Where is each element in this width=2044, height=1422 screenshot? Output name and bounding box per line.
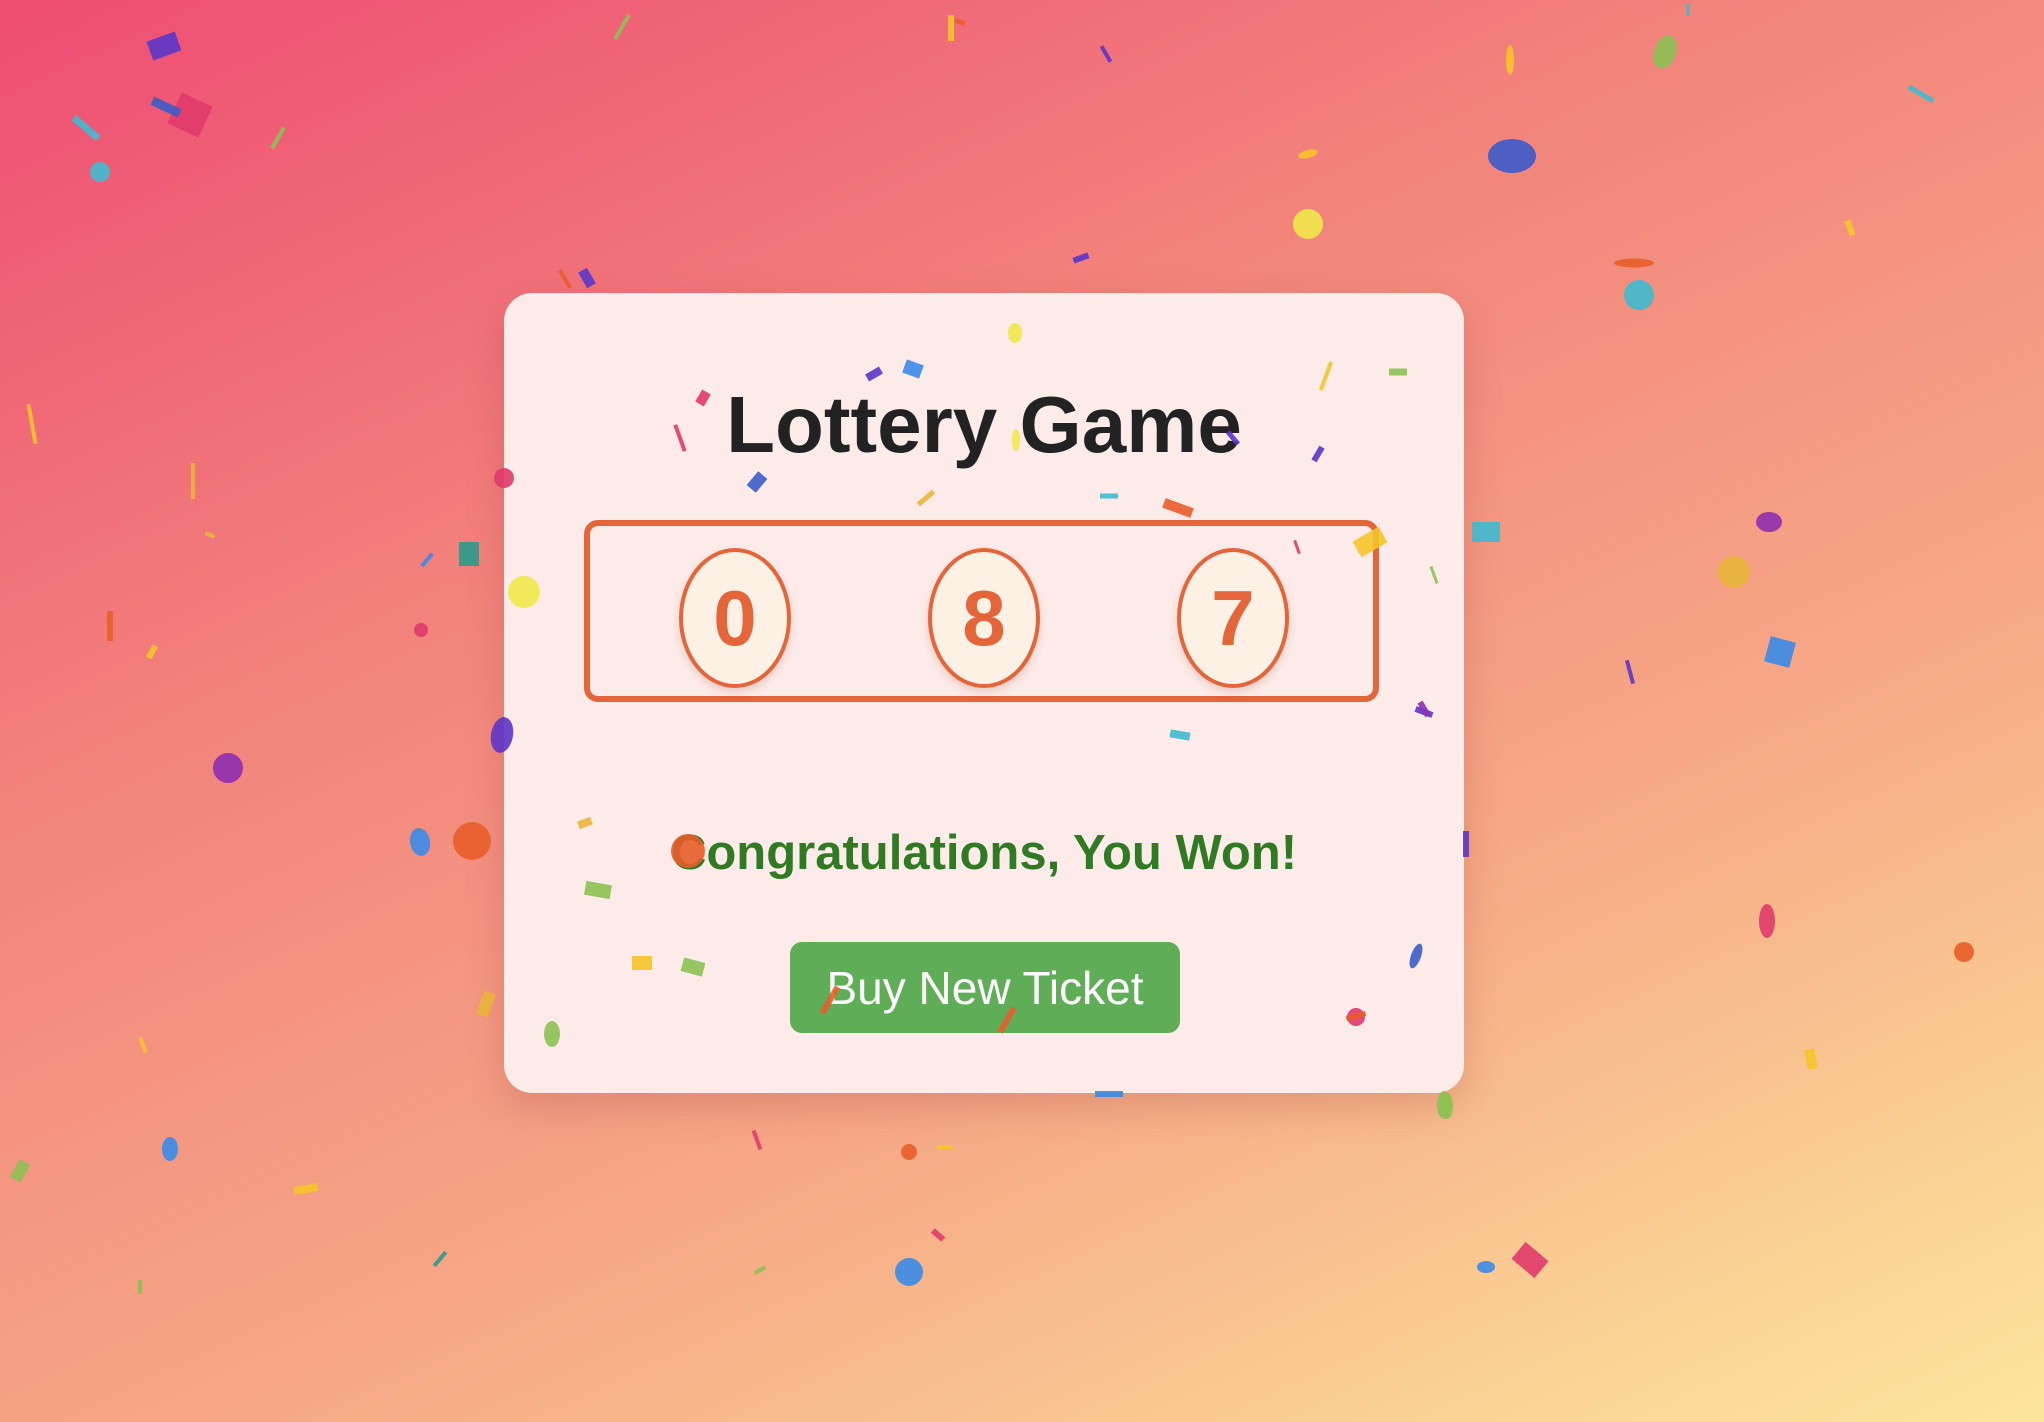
confetti-piece bbox=[162, 1137, 178, 1161]
confetti-piece bbox=[270, 126, 286, 150]
confetti-piece bbox=[1624, 280, 1654, 310]
confetti-piece bbox=[420, 552, 434, 568]
result-message: Congratulations, You Won! bbox=[670, 826, 1298, 880]
lottery-ball-2: 8 bbox=[928, 548, 1040, 688]
confetti-piece bbox=[1506, 45, 1514, 75]
confetti-piece bbox=[1844, 219, 1856, 237]
confetti-piece bbox=[191, 463, 195, 499]
confetti-piece bbox=[578, 267, 596, 289]
confetti-piece bbox=[453, 822, 491, 860]
lottery-ball-1: 0 bbox=[679, 548, 791, 688]
confetti-piece bbox=[1298, 149, 1318, 159]
confetti-piece bbox=[1472, 522, 1500, 542]
buy-new-ticket-button[interactable]: Buy New Ticket bbox=[790, 942, 1180, 1033]
confetti-piece bbox=[1764, 636, 1796, 668]
confetti-piece bbox=[107, 611, 113, 641]
confetti-piece bbox=[432, 1250, 448, 1268]
confetti-piece bbox=[1441, 1093, 1453, 1119]
confetti-piece bbox=[26, 403, 38, 445]
confetti-piece bbox=[138, 1036, 148, 1054]
confetti-piece bbox=[204, 531, 216, 539]
confetti-piece bbox=[954, 17, 966, 27]
confetti-piece bbox=[409, 828, 431, 856]
confetti-piece bbox=[476, 990, 496, 1018]
confetti-piece bbox=[293, 1182, 319, 1196]
confetti-piece bbox=[1437, 1091, 1451, 1119]
confetti-piece bbox=[145, 644, 159, 660]
confetti-piece bbox=[138, 1280, 142, 1294]
confetti-piece bbox=[9, 1159, 31, 1183]
confetti-piece bbox=[90, 162, 110, 182]
drawn-numbers-panel: 0 8 7 bbox=[584, 520, 1379, 702]
confetti-piece bbox=[937, 1145, 953, 1149]
confetti-piece bbox=[71, 115, 101, 141]
confetti-piece bbox=[901, 1144, 917, 1160]
confetti-piece bbox=[1759, 904, 1775, 938]
confetti-piece bbox=[1804, 1048, 1818, 1070]
confetti-piece bbox=[459, 542, 479, 566]
confetti-piece bbox=[751, 1129, 763, 1151]
confetti-piece bbox=[213, 753, 243, 783]
confetti-piece bbox=[1488, 139, 1536, 173]
confetti-piece bbox=[1756, 512, 1782, 532]
confetti-piece bbox=[167, 92, 213, 138]
confetti-piece bbox=[1477, 1261, 1495, 1273]
confetti-piece bbox=[753, 1265, 767, 1275]
confetti-piece bbox=[1624, 659, 1636, 685]
confetti-piece bbox=[895, 1258, 923, 1286]
confetti-piece bbox=[930, 1228, 946, 1242]
confetti-piece bbox=[1614, 258, 1654, 268]
confetti-piece bbox=[1293, 209, 1323, 239]
confetti-piece bbox=[558, 269, 572, 289]
confetti-piece bbox=[1907, 84, 1935, 104]
confetti-piece bbox=[1954, 942, 1974, 962]
confetti-piece bbox=[1718, 556, 1750, 588]
confetti-piece bbox=[1653, 35, 1677, 69]
lottery-card: Lottery Game 0 8 7 Congratulations, You … bbox=[504, 293, 1464, 1093]
confetti-piece bbox=[613, 13, 631, 41]
confetti-piece bbox=[146, 31, 182, 61]
confetti-piece bbox=[1686, 3, 1690, 15]
confetti-piece bbox=[948, 15, 954, 41]
confetti-piece bbox=[1511, 1241, 1549, 1279]
lottery-ball-3: 7 bbox=[1177, 548, 1289, 688]
confetti-piece bbox=[1072, 252, 1090, 264]
game-title: Lottery Game bbox=[726, 380, 1242, 469]
confetti-piece bbox=[414, 623, 428, 637]
confetti-piece bbox=[150, 96, 182, 118]
confetti-piece bbox=[1099, 45, 1113, 63]
